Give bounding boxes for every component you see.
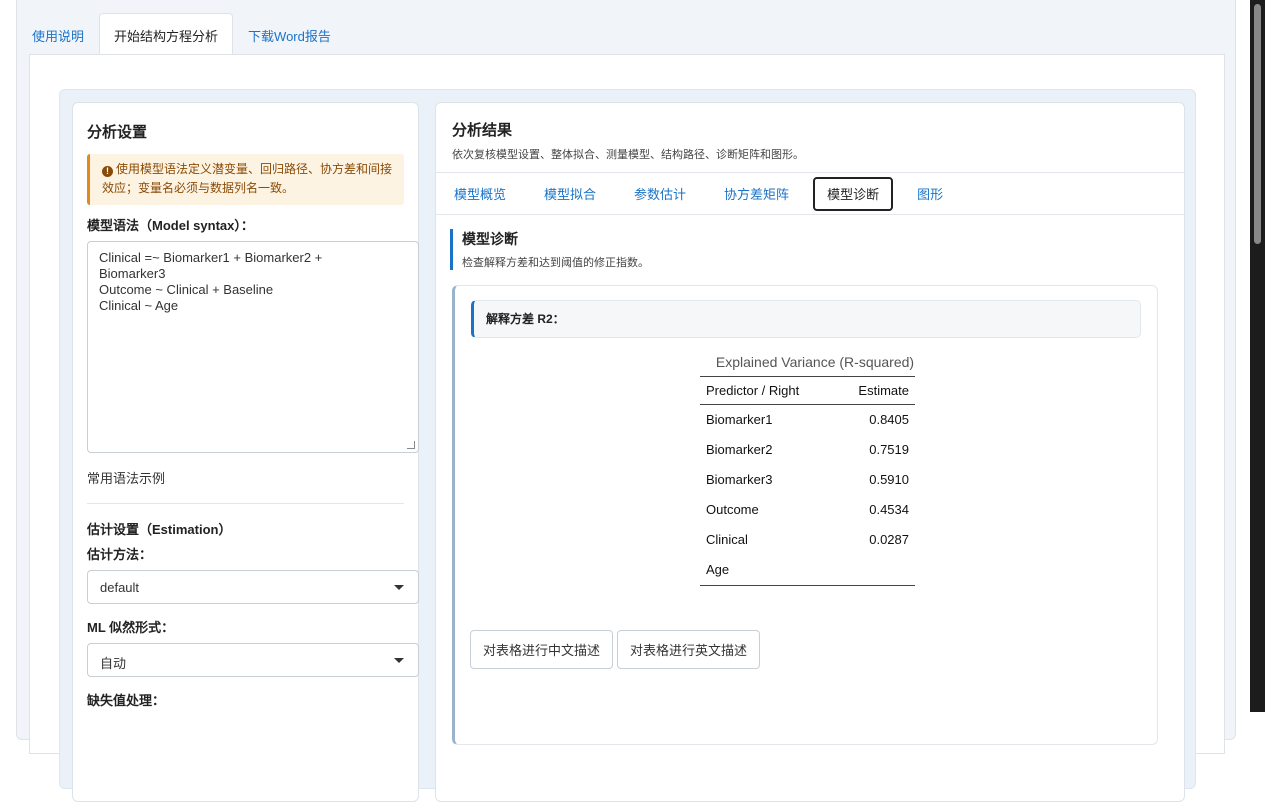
method-label: 估计方法： — [87, 547, 153, 562]
tab-plots[interactable]: 图形 — [903, 177, 957, 211]
row-value: 0.8405 — [869, 412, 909, 427]
syntax-label: 模型语法（Model syntax）： — [87, 218, 254, 233]
table-row: Biomarker1 0.8405 — [700, 405, 915, 436]
row-value: 0.5910 — [869, 472, 909, 487]
results-tab-bar: 模型概览 模型拟合 参数估计 协方差矩阵 模型诊断 图形 — [436, 173, 1184, 215]
tab-model-overview[interactable]: 模型概览 — [440, 177, 520, 211]
row-value — [834, 555, 915, 586]
model-syntax-value: Clinical =~ Biomarker1 + Biomarker2 + Bi… — [99, 250, 323, 313]
top-tab-bar: 使用说明 开始结构方程分析 下载Word报告 — [17, 13, 346, 55]
row-value: 0.4534 — [869, 502, 909, 517]
estimation-method-value: default — [100, 580, 140, 595]
tab-parameter-estimates[interactable]: 参数估计 — [620, 177, 700, 211]
estimation-method-select[interactable]: default — [87, 570, 419, 604]
info-circle-icon: ! — [102, 166, 113, 177]
model-syntax-input[interactable]: Clinical =~ Biomarker1 + Biomarker2 + Bi… — [87, 241, 419, 453]
r2-table: Predictor / Right Estimate Biomarker1 0.… — [700, 376, 915, 586]
r2-table-caption: Explained Variance (R-squared) — [715, 354, 915, 370]
syntax-examples-toggle: 常用语法示例 — [87, 468, 404, 504]
tab-model-diagnostics[interactable]: 模型诊断 — [813, 176, 894, 211]
syntax-examples-link[interactable]: 常用语法示例 — [87, 471, 165, 486]
caret-down-icon — [394, 658, 404, 663]
describe-english-button[interactable]: 对表格进行英文描述 — [617, 630, 761, 669]
table-row: Biomarker2 0.7519 — [700, 435, 915, 465]
tab-download-word-report[interactable]: 下载Word报告 — [233, 13, 346, 55]
row-name: Biomarker3 — [706, 472, 773, 487]
results-title: 分析结果 — [452, 122, 513, 139]
row-name: Age — [700, 555, 835, 586]
tab-instructions[interactable]: 使用说明 — [17, 13, 99, 55]
syntax-hint: ! 使用模型语法定义潜变量、回归路径、协方差和间接效应；变量名必须与数据列名一致。 — [87, 154, 404, 205]
ml-likelihood-select[interactable]: 自动 — [87, 643, 419, 677]
diagnostics-title: 模型诊断 — [462, 231, 518, 247]
results-subtitle: 依次复核模型设置、整体拟合、测量模型、结构路径、诊断矩阵和图形。 — [452, 149, 804, 161]
tab-start-sem-analysis[interactable]: 开始结构方程分析 — [99, 13, 234, 55]
row-name: Biomarker1 — [706, 412, 773, 427]
results-header: 分析结果 依次复核模型设置、整体拟合、测量模型、结构路径、诊断矩阵和图形。 — [436, 103, 1184, 173]
r2-card: 解释方差 R2： Explained Variance (R-squared) … — [452, 285, 1158, 745]
analysis-layout: 分析设置 ! 使用模型语法定义潜变量、回归路径、协方差和间接效应；变量名必须与数据… — [59, 89, 1196, 802]
table-row: Clinical 0.0287 — [700, 525, 915, 555]
row-name: Outcome — [706, 502, 759, 517]
diagnostics-heading: 模型诊断 检查解释方差和达到阈值的修正指数。 — [450, 229, 1170, 270]
ml-likelihood-value: 自动 — [100, 656, 127, 671]
table-header-row: Predictor / Right Estimate — [700, 376, 915, 405]
hint-text: 使用模型语法定义潜变量、回归路径、协方差和间接效应；变量名必须与数据列名一致。 — [102, 162, 393, 195]
settings-panel: 分析设置 ! 使用模型语法定义潜变量、回归路径、协方差和间接效应；变量名必须与数据… — [72, 102, 419, 802]
col-header-estimate: Estimate — [834, 376, 915, 405]
settings-title: 分析设置 — [87, 124, 148, 141]
tab-covariance-matrix[interactable]: 协方差矩阵 — [710, 177, 803, 211]
missing-label: 缺失值处理： — [87, 693, 166, 708]
results-panel: 分析结果 依次复核模型设置、整体拟合、测量模型、结构路径、诊断矩阵和图形。 模型… — [435, 102, 1185, 802]
diagnostics-subtitle: 检查解释方差和达到阈值的修正指数。 — [462, 257, 649, 269]
caret-down-icon — [394, 585, 404, 590]
row-name: Biomarker2 — [706, 442, 773, 457]
table-row: Biomarker3 0.5910 — [700, 465, 915, 495]
table-row: Age — [700, 555, 915, 586]
estimation-title: 估计设置（Estimation） — [87, 522, 232, 537]
ml-label: ML 似然形式： — [87, 620, 175, 635]
row-value: 0.0287 — [869, 532, 909, 547]
col-header-predictor: Predictor / Right — [700, 376, 835, 405]
r2-card-header: 解释方差 R2： — [471, 300, 1141, 338]
row-name: Clinical — [706, 532, 748, 547]
diagnostics-section: 模型诊断 检查解释方差和达到阈值的修正指数。 解释方差 R2： Explaine… — [436, 215, 1184, 759]
app-shell: 使用说明 开始结构方程分析 下载Word报告 分析设置 ! 使用模型语法定义潜变量… — [16, 0, 1236, 802]
resize-handle-icon[interactable] — [407, 441, 415, 449]
row-value: 0.7519 — [869, 442, 909, 457]
table-row: Outcome 0.4534 — [700, 495, 915, 525]
tab-model-fit[interactable]: 模型拟合 — [530, 177, 610, 211]
tab-content: 分析设置 ! 使用模型语法定义潜变量、回归路径、协方差和间接效应；变量名必须与数据… — [29, 54, 1225, 802]
page-scrollbar[interactable] — [1250, 0, 1265, 712]
scrollbar-thumb[interactable] — [1254, 4, 1261, 244]
describe-chinese-button[interactable]: 对表格进行中文描述 — [470, 630, 614, 669]
describe-button-row: 对表格进行中文描述 对表格进行英文描述 — [470, 630, 761, 669]
r2-table-wrap: Explained Variance (R-squared) Predictor… — [700, 354, 930, 586]
